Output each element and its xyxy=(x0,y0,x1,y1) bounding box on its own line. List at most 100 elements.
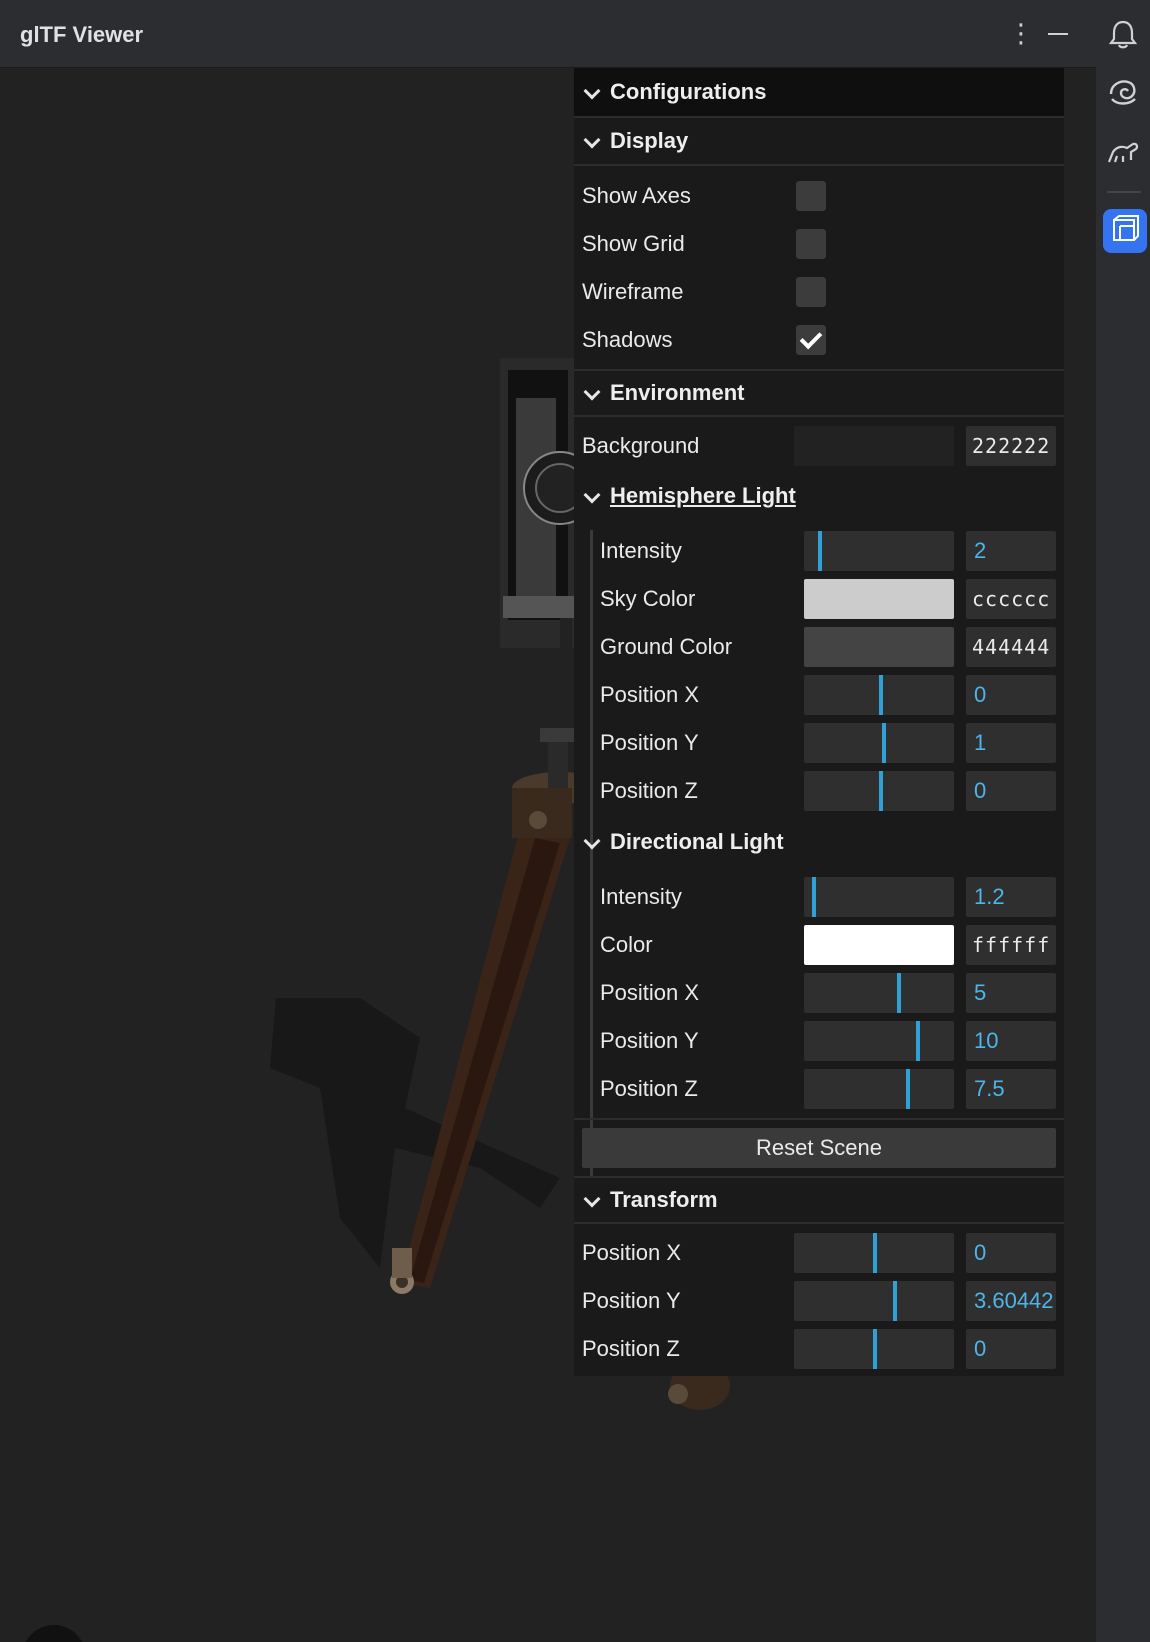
directional-position-y-row: Position Y 10 xyxy=(574,1018,1064,1064)
right-tool-strip xyxy=(1097,0,1150,1642)
show-axes-label: Show Axes xyxy=(582,183,691,208)
background-row: Background 222222 xyxy=(574,423,1064,469)
hemisphere-position-y-input[interactable]: 1 xyxy=(966,723,1056,763)
configurations-label: Configurations xyxy=(610,79,767,104)
directional-position-z-row: Position Z 7.5 xyxy=(574,1066,1064,1112)
transform-position-x-slider[interactable] xyxy=(794,1233,954,1273)
sky-color-label: Sky Color xyxy=(600,586,696,611)
dinosaur-icon[interactable] xyxy=(1103,132,1143,172)
directional-position-y-input[interactable]: 10 xyxy=(966,1021,1056,1061)
option-show-axes: Show Axes xyxy=(574,173,1064,219)
swirl-icon[interactable] xyxy=(1103,72,1143,112)
option-show-grid: Show Grid xyxy=(574,221,1064,267)
hemisphere-position-x-label: Position X xyxy=(600,682,700,707)
environment-label: Environment xyxy=(610,380,745,405)
hemisphere-position-x-row: Position X 0 xyxy=(574,672,1064,718)
hemisphere-position-y-label: Position Y xyxy=(600,730,699,755)
ground-color-label: Ground Color xyxy=(600,634,733,659)
transform-position-x-input[interactable]: 0 xyxy=(966,1233,1056,1273)
ground-color-swatch[interactable] xyxy=(804,627,954,667)
directional-position-y-label: Position Y xyxy=(600,1028,699,1053)
background-hex-input[interactable]: 222222 xyxy=(966,426,1056,466)
hemisphere-light-header[interactable]: Hemisphere Light xyxy=(574,472,1064,520)
show-grid-checkbox[interactable] xyxy=(796,229,826,259)
directional-color-swatch[interactable] xyxy=(804,925,954,965)
chevron-down-icon xyxy=(584,386,598,400)
hemisphere-position-y-slider[interactable] xyxy=(804,723,954,763)
hemisphere-position-z-label: Position Z xyxy=(600,778,698,803)
transform-position-x-row: Position X 0 xyxy=(574,1230,1064,1276)
directional-position-x-row: Position X 5 xyxy=(574,970,1064,1016)
directional-intensity-input[interactable]: 1.2 xyxy=(966,877,1056,917)
configuration-panel: Configurations Display Show Axes Show Gr… xyxy=(574,68,1064,1376)
wireframe-checkbox[interactable] xyxy=(796,277,826,307)
directional-intensity-label: Intensity xyxy=(600,884,682,909)
divider xyxy=(574,1118,1064,1120)
directional-position-x-label: Position X xyxy=(600,980,700,1005)
show-grid-label: Show Grid xyxy=(582,231,685,256)
hemisphere-intensity-input[interactable]: 2 xyxy=(966,531,1056,571)
directional-light-label: Directional Light xyxy=(610,829,784,854)
transform-position-y-row: Position Y 3.60442 xyxy=(574,1278,1064,1324)
option-shadows: Shadows xyxy=(574,317,1064,363)
bell-icon[interactable] xyxy=(1103,14,1143,54)
configurations-header[interactable]: Configurations xyxy=(574,68,1064,118)
show-axes-checkbox[interactable] xyxy=(796,181,826,211)
directional-position-x-slider[interactable] xyxy=(804,973,954,1013)
transform-position-z-slider[interactable] xyxy=(794,1329,954,1369)
transform-label: Transform xyxy=(610,1187,718,1212)
wireframe-label: Wireframe xyxy=(582,279,684,304)
background-color-swatch[interactable] xyxy=(794,426,954,466)
chevron-down-icon xyxy=(584,1193,598,1207)
directional-light-header[interactable]: Directional Light xyxy=(574,818,1064,866)
directional-position-z-slider[interactable] xyxy=(804,1069,954,1109)
gltf-viewer-icon xyxy=(1113,215,1139,241)
hemisphere-position-y-row: Position Y 1 xyxy=(574,720,1064,766)
display-header[interactable]: Display xyxy=(574,118,1064,166)
kebab-menu-icon[interactable]: ⋮ xyxy=(1008,18,1034,48)
reset-scene-button[interactable]: Reset Scene xyxy=(582,1128,1056,1168)
tool-strip-separator xyxy=(1107,191,1141,193)
hemisphere-position-z-slider[interactable] xyxy=(804,771,954,811)
window-title: glTF Viewer xyxy=(20,22,144,47)
hemisphere-intensity-label: Intensity xyxy=(600,538,682,563)
directional-color-hex-input[interactable]: ffffff xyxy=(966,925,1056,965)
sky-color-hex-input[interactable]: cccccc xyxy=(966,579,1056,619)
transform-position-z-label: Position Z xyxy=(582,1336,680,1361)
gltf-viewer-tool-button[interactable] xyxy=(1103,209,1147,253)
transform-position-y-input[interactable]: 3.60442 xyxy=(966,1281,1056,1321)
directional-intensity-slider[interactable] xyxy=(804,877,954,917)
gltf-viewer-window: glTF Viewer ⋮ Configurations Display Sho… xyxy=(0,0,1096,1642)
directional-position-z-input[interactable]: 7.5 xyxy=(966,1069,1056,1109)
shadows-label: Shadows xyxy=(582,327,673,352)
title-bar: glTF Viewer ⋮ xyxy=(0,0,1096,68)
hemisphere-position-z-input[interactable]: 0 xyxy=(966,771,1056,811)
display-label: Display xyxy=(610,128,689,153)
hemisphere-intensity-slider[interactable] xyxy=(804,531,954,571)
transform-header[interactable]: Transform xyxy=(574,1176,1064,1224)
chevron-down-icon xyxy=(584,85,598,99)
chevron-down-icon xyxy=(584,835,598,849)
ground-color-hex-input[interactable]: 444444 xyxy=(966,627,1056,667)
option-wireframe: Wireframe xyxy=(574,269,1064,315)
directional-color-row: Color ffffff xyxy=(574,922,1064,968)
directional-position-z-label: Position Z xyxy=(600,1076,698,1101)
hemisphere-position-x-input[interactable]: 0 xyxy=(966,675,1056,715)
sky-color-swatch[interactable] xyxy=(804,579,954,619)
minimize-icon[interactable] xyxy=(1048,33,1068,35)
hemisphere-light-label: Hemisphere Light xyxy=(610,483,796,508)
environment-header[interactable]: Environment xyxy=(574,369,1064,417)
background-label: Background xyxy=(582,433,700,458)
chevron-down-icon xyxy=(584,489,598,503)
shadows-checkbox[interactable] xyxy=(796,325,826,355)
transform-position-z-input[interactable]: 0 xyxy=(966,1329,1056,1369)
hemisphere-intensity-row: Intensity 2 xyxy=(574,528,1064,574)
hemisphere-position-x-slider[interactable] xyxy=(804,675,954,715)
directional-color-label: Color xyxy=(600,932,653,957)
ground-color-row: Ground Color 444444 xyxy=(574,624,1064,670)
directional-position-y-slider[interactable] xyxy=(804,1021,954,1061)
transform-position-y-label: Position Y xyxy=(582,1288,681,1313)
transform-position-z-row: Position Z 0 xyxy=(574,1326,1064,1372)
directional-position-x-input[interactable]: 5 xyxy=(966,973,1056,1013)
transform-position-y-slider[interactable] xyxy=(794,1281,954,1321)
